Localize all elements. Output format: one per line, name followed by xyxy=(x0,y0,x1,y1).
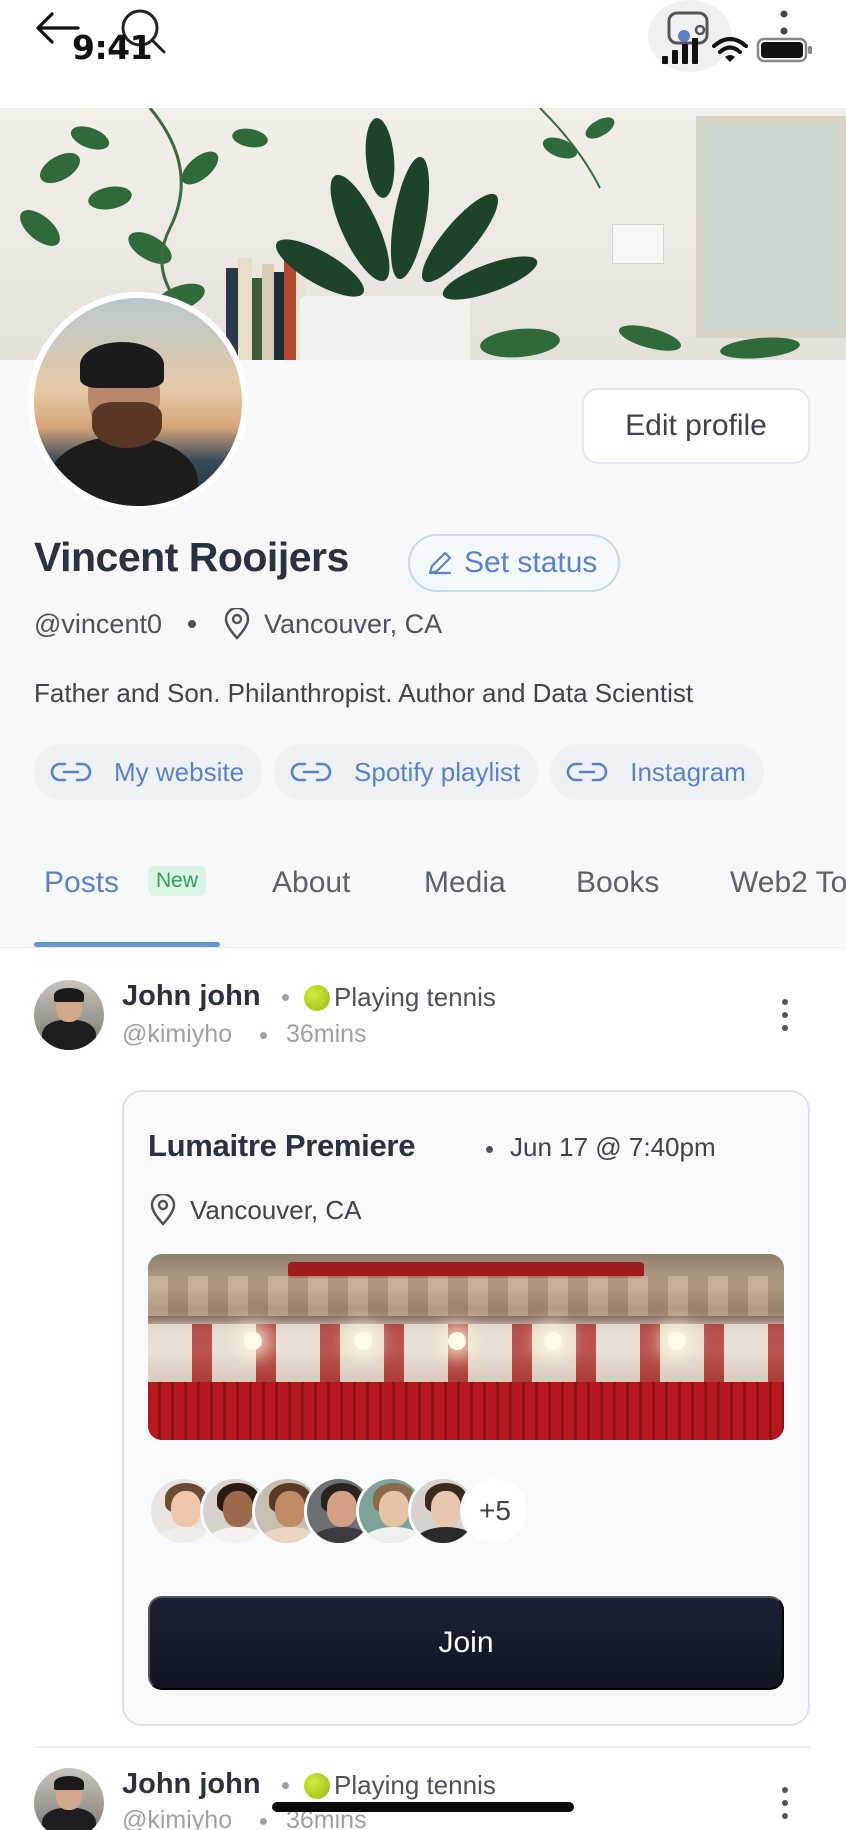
event-card[interactable]: Lumaitre Premiere Jun 17 @ 7:40pm Vancou… xyxy=(122,1090,810,1726)
tab-web2-tools[interactable]: Web2 To xyxy=(730,866,846,900)
link-icon xyxy=(50,762,92,782)
link-icon xyxy=(290,762,332,782)
battery-icon xyxy=(756,37,812,63)
location-pin-icon xyxy=(150,1194,176,1226)
set-status-label: Set status xyxy=(464,546,598,579)
tennis-ball-icon xyxy=(304,1772,330,1799)
link-label: Spotify playlist xyxy=(354,756,521,787)
link-my-website[interactable]: My website xyxy=(34,744,263,800)
event-image[interactable] xyxy=(148,1254,784,1440)
top-bar: 9:41 xyxy=(0,0,846,108)
wifi-icon xyxy=(712,37,748,62)
profile-location: Vancouver, CA xyxy=(263,608,443,639)
more-attendees-count[interactable]: +5 xyxy=(460,1476,530,1546)
set-status-button[interactable]: Set status xyxy=(408,534,620,592)
event-location: Vancouver, CA xyxy=(148,1194,362,1226)
profile-links: My website Spotify playlist Instagram xyxy=(34,744,764,800)
post-author-avatar[interactable] xyxy=(34,1768,104,1830)
profile-avatar[interactable] xyxy=(28,292,248,512)
location-pin-icon xyxy=(224,608,250,640)
profile-tabs: Posts New About Media Books Web2 To xyxy=(0,838,846,948)
post-separator xyxy=(260,1818,267,1825)
post-activity: Playing tennis xyxy=(304,1770,496,1801)
more-vertical-icon[interactable] xyxy=(780,1786,790,1820)
meta-separator xyxy=(187,620,196,628)
profile-name: Vincent Rooijers xyxy=(34,534,349,580)
post-author-handle: @kimiyho xyxy=(122,1806,233,1830)
tab-about[interactable]: About xyxy=(272,866,350,900)
signal-icon xyxy=(662,38,698,64)
post-divider xyxy=(34,1746,810,1748)
link-instagram[interactable]: Instagram xyxy=(550,744,764,800)
post-time: 36mins xyxy=(286,1020,367,1048)
edit-profile-button[interactable]: Edit profile xyxy=(582,388,810,464)
tennis-ball-icon xyxy=(304,984,330,1011)
event-location-label: Vancouver, CA xyxy=(190,1194,362,1225)
post-author-avatar[interactable] xyxy=(34,980,104,1050)
post-separator xyxy=(282,994,289,1001)
link-icon xyxy=(567,762,608,782)
profile-meta: @vincent0 Vancouver, CA xyxy=(34,608,442,640)
post-author-name[interactable]: John john xyxy=(122,1768,261,1801)
event-date: Jun 17 @ 7:40pm xyxy=(510,1132,716,1162)
post-separator xyxy=(282,1782,289,1789)
join-button[interactable]: Join xyxy=(148,1596,784,1690)
active-tab-indicator xyxy=(34,942,220,947)
post-author-name[interactable]: John john xyxy=(122,980,261,1013)
link-label: My website xyxy=(114,756,245,787)
post-activity-label: Playing tennis xyxy=(334,1770,496,1800)
tab-posts[interactable]: Posts xyxy=(44,866,119,900)
post-activity: Playing tennis xyxy=(304,982,496,1013)
link-spotify-playlist[interactable]: Spotify playlist xyxy=(274,744,539,800)
event-separator xyxy=(486,1146,493,1153)
more-vertical-icon[interactable] xyxy=(780,998,790,1032)
profile-bio: Father and Son. Philanthropist. Author a… xyxy=(34,678,694,708)
profile-handle: @vincent0 xyxy=(34,608,162,639)
pencil-icon xyxy=(428,551,452,575)
link-label: Instagram xyxy=(630,756,746,787)
new-badge: New xyxy=(148,866,207,896)
post-author-handle: @kimiyho xyxy=(122,1020,233,1048)
status-time: 9:41 xyxy=(72,28,153,67)
home-indicator xyxy=(272,1802,574,1812)
tab-media[interactable]: Media xyxy=(424,866,506,900)
post-separator xyxy=(260,1032,267,1039)
event-title: Lumaitre Premiere xyxy=(148,1128,416,1163)
post-activity-label: Playing tennis xyxy=(334,982,496,1012)
tab-books[interactable]: Books xyxy=(576,866,659,900)
